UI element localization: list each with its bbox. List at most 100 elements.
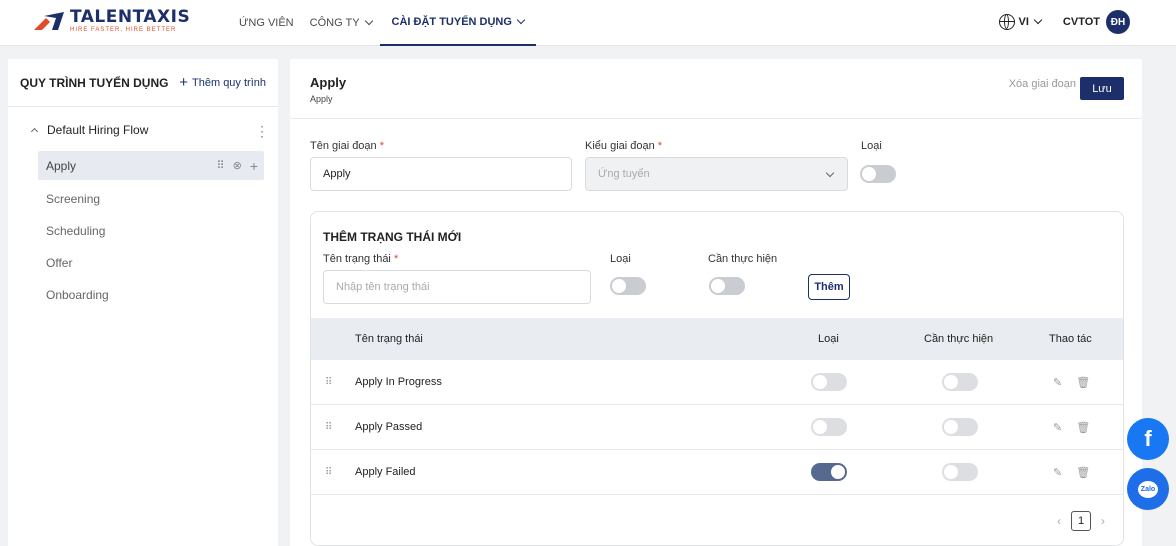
stage-item-onboarding[interactable]: Onboarding — [38, 279, 264, 311]
trash-icon[interactable]: 🗑 — [1076, 421, 1090, 434]
row-action-required-toggle[interactable] — [942, 418, 978, 436]
panel-header: Apply Apply Xóa giai đoạn Lưu — [290, 59, 1142, 119]
table-row: ⠿ Apply Passed ✎ 🗑 — [311, 405, 1123, 450]
hiring-flow-sidebar: QUY TRÌNH TUYỂN DỤNG + Thêm quy trình De… — [8, 59, 278, 546]
sidebar-title: QUY TRÌNH TUYỂN DỤNG — [20, 75, 169, 90]
status-table: Tên trạng thái Loại Cần thực hiện Thao t… — [311, 318, 1123, 495]
stage-name-input[interactable]: Apply — [310, 157, 572, 191]
add-status-button[interactable]: Thêm — [808, 274, 850, 300]
chevron-down-icon — [825, 168, 835, 178]
stage-list: Apply ⠿ ⊗ + Screening Scheduling Offer O… — [38, 151, 264, 311]
stage-label: Scheduling — [46, 224, 106, 238]
row-type-toggle[interactable] — [811, 418, 847, 436]
chevron-down-icon — [364, 16, 373, 26]
nav-item-company[interactable]: CÔNG TY — [302, 0, 380, 46]
pagination: ‹ 1 › — [1057, 511, 1105, 531]
flow-name: Default Hiring Flow — [47, 123, 149, 137]
trash-icon[interactable]: 🗑 — [1076, 466, 1090, 479]
table-row: ⠿ Apply Failed ✎ 🗑 — [311, 450, 1123, 495]
row-type-toggle[interactable] — [811, 463, 847, 481]
table-header: Tên trạng thái Loại Cần thực hiện Thao t… — [311, 318, 1123, 360]
zalo-chat-button[interactable]: Zalo — [1127, 468, 1169, 510]
plus-icon[interactable]: + — [250, 158, 258, 174]
col-header-action-required: Cần thực hiện — [924, 333, 994, 345]
edit-icon[interactable]: ✎ — [1053, 376, 1062, 389]
add-flow-label: Thêm quy trình — [192, 76, 266, 89]
row-actions: ✎ 🗑 — [1053, 405, 1090, 449]
delete-stage-button[interactable]: Xóa giai đoạn — [1009, 78, 1076, 90]
nav-item-recruitment-settings[interactable]: CÀI ĐẶT TUYỂN DỤNG — [379, 0, 536, 46]
logo[interactable]: TALENTAXIS HIRE FASTER, HIRE BETTER — [34, 8, 190, 34]
row-actions: ✎ 🗑 — [1053, 360, 1090, 404]
status-name-label: Tên trạng thái * — [323, 253, 399, 265]
language-label: VI — [1018, 16, 1029, 28]
nav-item-label: ỨNG VIÊN — [239, 17, 294, 29]
stage-label: Onboarding — [46, 288, 109, 302]
edit-icon[interactable]: ✎ — [1053, 421, 1062, 434]
new-status-card: THÊM TRẠNG THÁI MỚI Tên trạng thái * Nhậ… — [310, 211, 1124, 546]
stage-type-value: Ứng tuyển — [598, 168, 650, 180]
status-name: Apply Failed — [355, 466, 416, 478]
globe-icon — [998, 14, 1015, 30]
logo-name: TALENTAXIS — [70, 7, 191, 27]
drag-handle-icon[interactable]: ⠿ — [325, 360, 332, 404]
stage-item-scheduling[interactable]: Scheduling — [38, 215, 264, 247]
language-selector[interactable]: VI — [998, 14, 1043, 30]
row-type-toggle[interactable] — [811, 373, 847, 391]
edit-icon[interactable]: ✎ — [1053, 466, 1062, 479]
facebook-icon[interactable]: f — [1127, 418, 1169, 460]
plus-icon: + — [179, 74, 189, 91]
drag-handle-icon[interactable]: ⠿ — [325, 450, 332, 494]
page-subtitle: Apply — [310, 94, 333, 104]
stage-label: Screening — [46, 192, 101, 206]
more-vertical-icon[interactable]: ⋮ — [255, 123, 269, 140]
chevron-down-icon — [516, 15, 526, 25]
chevron-down-icon — [1033, 15, 1043, 25]
status-name-input[interactable]: Nhập tên trạng thái — [323, 270, 591, 304]
save-button[interactable]: Lưu — [1080, 77, 1124, 100]
avatar[interactable]: ĐH — [1106, 10, 1130, 34]
row-actions: ✎ 🗑 — [1053, 450, 1090, 494]
add-flow-button[interactable]: + Thêm quy trình — [179, 75, 266, 90]
link-icon[interactable]: ⊗ — [233, 159, 242, 172]
type-toggle[interactable] — [860, 165, 896, 183]
row-action-required-toggle[interactable] — [942, 463, 978, 481]
prev-page-icon[interactable]: ‹ — [1057, 514, 1061, 528]
page-title: Apply — [310, 75, 347, 90]
stage-item-screening[interactable]: Screening — [38, 183, 264, 215]
action-required-toggle[interactable] — [709, 277, 745, 295]
stage-name-label: Tên giai đoạn * — [310, 140, 385, 152]
next-page-icon[interactable]: › — [1101, 514, 1105, 528]
user-name[interactable]: CVTOT — [1063, 16, 1100, 28]
stage-tools: ⠿ ⊗ + — [217, 151, 258, 180]
col-header-actions: Thao tác — [1049, 333, 1092, 345]
status-name-placeholder: Nhập tên trạng thái — [336, 281, 430, 293]
status-type-toggle[interactable] — [610, 277, 646, 295]
logo-mark-icon — [34, 12, 64, 30]
main-nav: ỨNG VIÊN CÔNG TY CÀI ĐẶT TUYỂN DỤNG — [231, 0, 536, 46]
stage-label: Apply — [46, 158, 77, 173]
row-action-required-toggle[interactable] — [942, 373, 978, 391]
nav-item-label: CÀI ĐẶT TUYỂN DỤNG — [391, 16, 512, 28]
status-name: Apply In Progress — [355, 376, 442, 388]
stage-item-offer[interactable]: Offer — [38, 247, 264, 279]
stage-detail-panel: Apply Apply Xóa giai đoạn Lưu Tên giai đ… — [290, 59, 1142, 546]
stage-type-label: Kiểu giai đoạn * — [585, 140, 663, 152]
type-label: Loại — [861, 140, 882, 152]
stage-name-value: Apply — [323, 168, 351, 180]
drag-handle-icon[interactable]: ⠿ — [217, 159, 225, 172]
flow-item[interactable]: Default Hiring Flow ⋮ — [28, 123, 269, 140]
action-required-label: Cần thực hiện — [708, 253, 778, 265]
status-type-label: Loại — [610, 253, 631, 265]
stage-type-select[interactable]: Ứng tuyển — [585, 157, 848, 191]
stage-item-apply[interactable]: Apply ⠿ ⊗ + — [38, 151, 264, 180]
drag-handle-icon[interactable]: ⠿ — [325, 405, 332, 449]
col-header-type: Loại — [818, 333, 839, 345]
nav-item-candidates[interactable]: ỨNG VIÊN — [231, 0, 302, 46]
stage-label: Offer — [46, 256, 73, 270]
page-number[interactable]: 1 — [1071, 511, 1091, 531]
trash-icon[interactable]: 🗑 — [1076, 376, 1090, 389]
logo-tagline: HIRE FASTER, HIRE BETTER — [70, 27, 177, 33]
top-right-controls: VI CVTOT ĐH — [998, 8, 1130, 36]
chevron-up-icon[interactable] — [30, 127, 39, 136]
